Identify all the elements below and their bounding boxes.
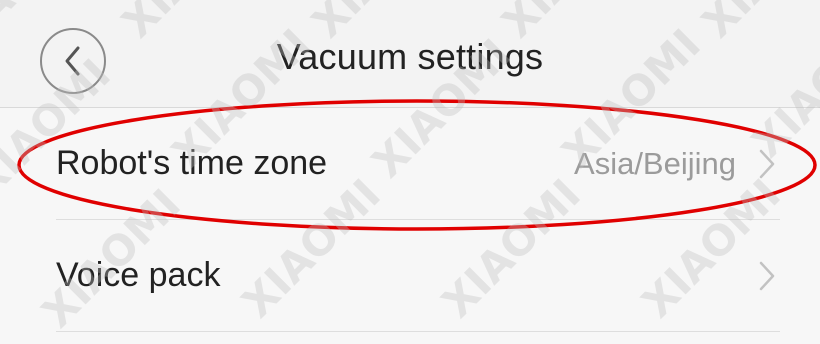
- setting-label: Robot's time zone: [56, 144, 328, 182]
- chevron-right-icon: [759, 261, 775, 291]
- setting-row-time-zone[interactable]: Robot's time zone Asia/Beijing: [0, 108, 820, 220]
- header-bar: Vacuum settings: [0, 0, 820, 108]
- chevron-right-icon: [759, 149, 775, 179]
- setting-value: Asia/Beijing: [574, 146, 736, 181]
- row-divider: [56, 331, 780, 332]
- setting-label: Voice pack: [56, 256, 221, 294]
- page-title: Vacuum settings: [276, 36, 544, 77]
- setting-row-voice-pack[interactable]: Voice pack: [0, 220, 820, 332]
